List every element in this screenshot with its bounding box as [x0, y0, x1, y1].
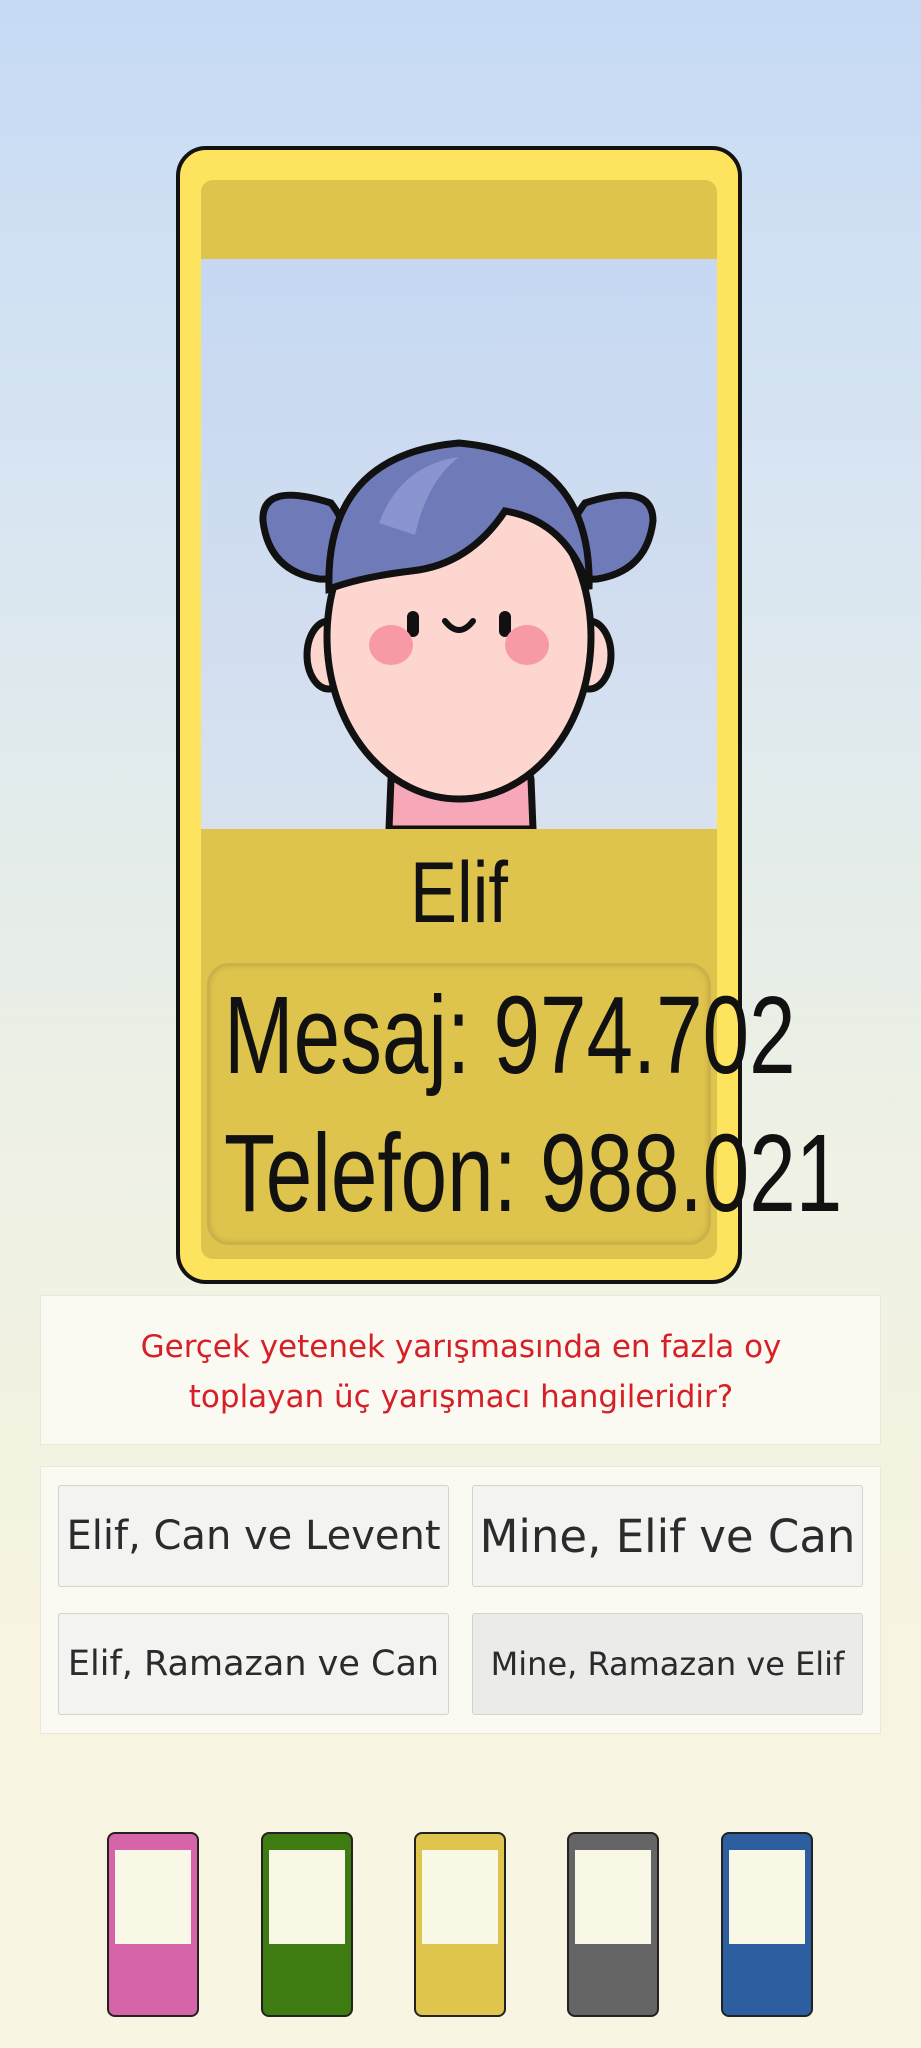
phone-count: Telefon: 988.021 [224, 1112, 843, 1235]
color-button-window [729, 1850, 805, 1944]
answer-button-2[interactable]: Mine, Elif ve Can [472, 1485, 863, 1587]
color-button-window [115, 1850, 191, 1944]
color-button-window [422, 1850, 498, 1944]
color-button-window [269, 1850, 345, 1944]
question-text: Gerçek yetenek yarışmasında en fazla oy … [81, 1322, 841, 1422]
color-button-gray[interactable] [567, 1832, 659, 2017]
answers-panel: Elif, Can ve Levent Mine, Elif ve Can El… [40, 1466, 881, 1734]
answer-button-1[interactable]: Elif, Can ve Levent [58, 1485, 449, 1587]
color-button-green[interactable] [261, 1832, 353, 2017]
question-box: Gerçek yetenek yarışmasında en fazla oy … [40, 1295, 881, 1445]
card-header-band [201, 180, 717, 259]
contestant-photo [201, 259, 717, 829]
color-button-yellow[interactable] [414, 1832, 506, 2017]
color-button-blue[interactable] [721, 1832, 813, 2017]
contestant-card: Elif Mesaj: 974.702 Telefon: 988.021 [176, 146, 842, 1284]
answer-button-4[interactable]: Mine, Ramazan ve Elif [472, 1613, 863, 1715]
color-button-window [575, 1850, 651, 1944]
message-count: Mesaj: 974.702 [224, 974, 796, 1097]
question-line-2: toplayan üç yarışmacı hangileridir? [188, 1379, 734, 1415]
stats-box: Mesaj: 974.702 Telefon: 988.021 [207, 963, 842, 1245]
color-button-pink[interactable] [107, 1832, 199, 2017]
question-line-1: Gerçek yetenek yarışmasında en fazla oy [140, 1329, 782, 1365]
card-info-panel: Elif Mesaj: 974.702 Telefon: 988.021 [201, 829, 842, 1259]
answer-button-3[interactable]: Elif, Ramazan ve Can [58, 1613, 449, 1715]
girl-with-pigtails-avatar-icon [259, 439, 657, 829]
contestant-name: Elif [410, 845, 508, 941]
